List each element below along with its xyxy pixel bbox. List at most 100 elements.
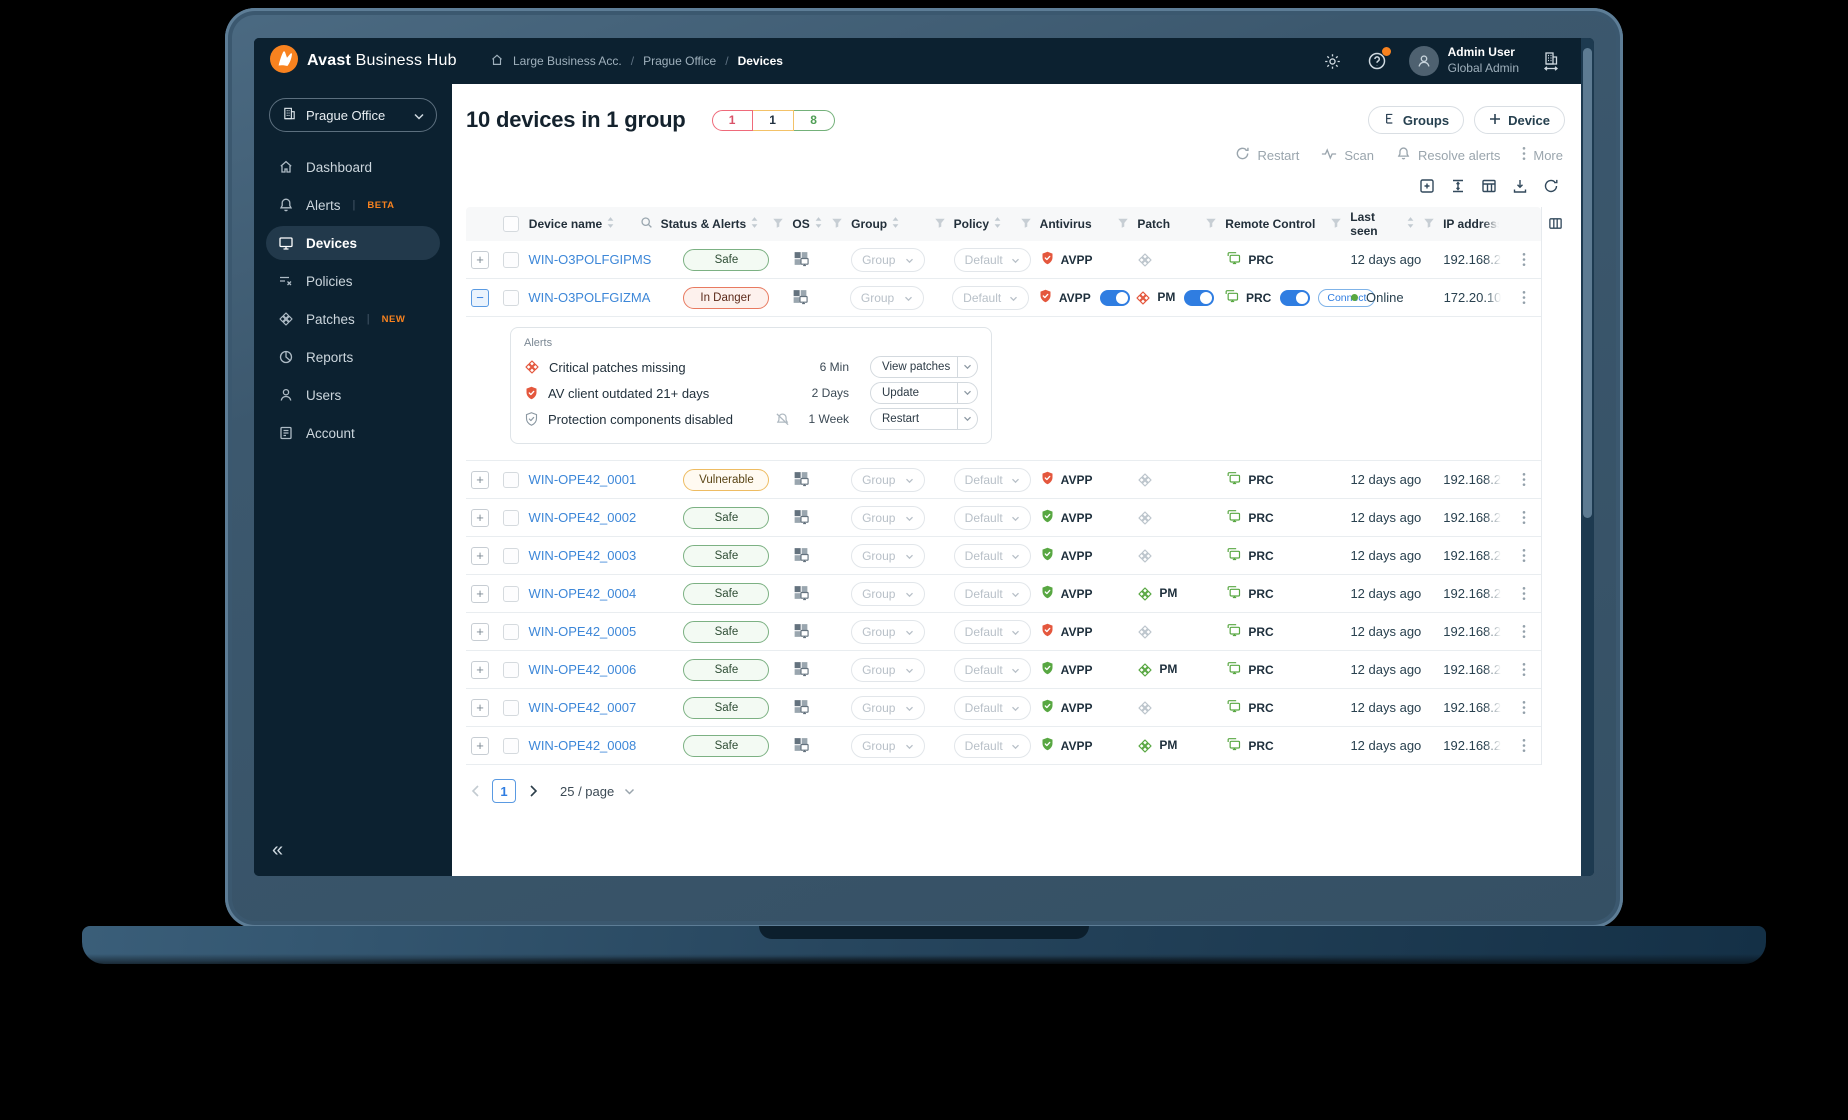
add-device-button[interactable]: Device xyxy=(1474,106,1565,134)
sidebar-item-account[interactable]: Account xyxy=(266,416,440,450)
row-height-icon[interactable] xyxy=(1450,178,1466,199)
device-name-link[interactable]: WIN-OPE42_0003 xyxy=(529,548,637,563)
sidebar-item-alerts[interactable]: Alerts | BETA xyxy=(266,188,440,222)
filter-icon[interactable] xyxy=(772,217,784,232)
page-size-select[interactable]: 25 / page xyxy=(550,780,646,802)
toggle-on[interactable] xyxy=(1280,289,1311,306)
device-name-link[interactable]: WIN-OPE42_0008 xyxy=(529,738,637,753)
row-menu-button[interactable] xyxy=(1508,472,1541,487)
toggle-on[interactable] xyxy=(1099,289,1130,306)
prev-page-button[interactable] xyxy=(466,779,484,803)
sidebar-collapse-button[interactable]: « xyxy=(272,839,283,862)
policy-select[interactable]: Default xyxy=(953,733,1031,758)
chevron-down-icon[interactable] xyxy=(957,409,977,429)
row-menu-button[interactable] xyxy=(1508,624,1541,639)
groups-button[interactable]: Groups xyxy=(1367,106,1465,134)
col-status[interactable]: Status & Alerts xyxy=(661,216,793,232)
device-name-link[interactable]: WIN-OPE42_0002 xyxy=(529,510,637,525)
filter-icon[interactable] xyxy=(831,217,843,232)
row-checkbox[interactable] xyxy=(503,585,520,602)
danger-count-badge[interactable]: 1 xyxy=(711,109,753,131)
warning-count-badge[interactable]: 1 xyxy=(752,109,794,131)
sidebar-item-users[interactable]: Users xyxy=(266,378,440,412)
alert-action-button[interactable]: View patches xyxy=(870,356,978,378)
group-select[interactable]: Group xyxy=(849,285,924,310)
safe-count-badge[interactable]: 8 xyxy=(793,109,835,131)
row-menu-button[interactable] xyxy=(1508,662,1541,677)
sort-icon[interactable] xyxy=(814,216,823,232)
more-action[interactable]: More xyxy=(1522,146,1563,164)
group-select[interactable]: Group xyxy=(851,695,926,720)
row-checkbox[interactable] xyxy=(503,661,520,678)
expand-row-button[interactable]: + xyxy=(471,508,489,527)
group-select[interactable]: Group xyxy=(851,733,926,758)
col-last-seen[interactable]: Last seen xyxy=(1350,210,1443,238)
sort-icon[interactable] xyxy=(750,216,759,232)
filter-icon[interactable] xyxy=(1205,217,1217,232)
collapse-row-button[interactable]: − xyxy=(471,288,489,307)
scan-action[interactable]: Scan xyxy=(1321,148,1374,163)
row-checkbox[interactable] xyxy=(503,251,520,268)
row-menu-button[interactable] xyxy=(1508,510,1541,525)
col-antivirus[interactable]: Antivirus xyxy=(1040,217,1138,232)
device-name-link[interactable]: WIN-OPE42_0005 xyxy=(529,624,637,639)
select-all-checkbox[interactable] xyxy=(503,216,520,232)
policy-select[interactable]: Default xyxy=(953,543,1031,568)
col-group[interactable]: Group xyxy=(851,216,954,232)
alert-action-button[interactable]: Update xyxy=(870,382,978,404)
breadcrumb-root[interactable]: Large Business Acc. xyxy=(513,54,622,68)
sort-icon[interactable] xyxy=(993,216,1002,232)
group-select[interactable]: Group xyxy=(851,619,926,644)
col-ip-address[interactable]: IP address xyxy=(1443,217,1508,231)
row-checkbox[interactable] xyxy=(503,289,520,306)
company-switcher-icon[interactable] xyxy=(1539,49,1563,73)
expand-row-button[interactable]: + xyxy=(471,736,489,755)
sidebar-item-policies[interactable]: Policies xyxy=(266,264,440,298)
breadcrumb-mid[interactable]: Prague Office xyxy=(643,54,716,68)
device-name-link[interactable]: WIN-OPE42_0001 xyxy=(529,472,637,487)
expand-row-button[interactable]: + xyxy=(471,470,489,489)
settings-gear-icon[interactable] xyxy=(1321,49,1345,73)
col-policy[interactable]: Policy xyxy=(954,216,1040,232)
policy-select[interactable]: Default xyxy=(953,505,1031,530)
expand-row-button[interactable]: + xyxy=(471,660,489,679)
row-menu-button[interactable] xyxy=(1508,548,1541,563)
alert-action-button[interactable]: Restart xyxy=(870,408,978,430)
filter-icon[interactable] xyxy=(1020,217,1032,232)
policy-select[interactable]: Default xyxy=(953,581,1031,606)
search-icon[interactable] xyxy=(640,216,653,232)
row-menu-button[interactable] xyxy=(1508,700,1541,715)
next-page-button[interactable] xyxy=(524,779,542,803)
policy-select[interactable]: Default xyxy=(953,467,1031,492)
sidebar-item-devices[interactable]: Devices xyxy=(266,226,440,260)
expand-row-button[interactable]: + xyxy=(471,546,489,565)
group-select[interactable]: Group xyxy=(851,247,926,272)
group-select[interactable]: Group xyxy=(851,543,926,568)
expand-row-button[interactable]: + xyxy=(471,622,489,641)
sort-icon[interactable] xyxy=(606,216,615,232)
device-name-link[interactable]: WIN-OPE42_0007 xyxy=(529,700,637,715)
expand-row-button[interactable]: + xyxy=(471,698,489,717)
group-select[interactable]: Group xyxy=(851,467,926,492)
sidebar-item-reports[interactable]: Reports xyxy=(266,340,440,374)
group-select[interactable]: Group xyxy=(851,505,926,530)
device-name-link[interactable]: WIN-O3POLFGIZMA xyxy=(528,290,650,305)
sort-icon[interactable] xyxy=(1406,216,1415,232)
restart-action[interactable]: Restart xyxy=(1235,146,1299,164)
device-name-link[interactable]: WIN-OPE42_0006 xyxy=(529,662,637,677)
row-checkbox[interactable] xyxy=(503,547,520,564)
row-checkbox[interactable] xyxy=(503,471,520,488)
col-remote-control[interactable]: Remote Control xyxy=(1225,217,1350,232)
row-checkbox[interactable] xyxy=(503,737,520,754)
group-select[interactable]: Group xyxy=(851,657,926,682)
refresh-icon[interactable] xyxy=(1543,178,1559,199)
scrollbar-thumb[interactable] xyxy=(1583,48,1592,518)
download-icon[interactable] xyxy=(1512,178,1528,199)
row-menu-button[interactable] xyxy=(1508,252,1541,267)
filter-icon[interactable] xyxy=(1117,217,1129,232)
resolve-alerts-action[interactable]: Resolve alerts xyxy=(1396,146,1500,164)
device-name-link[interactable]: WIN-O3POLFGIPMS xyxy=(529,252,652,267)
toggle-on[interactable] xyxy=(1184,289,1215,306)
group-select[interactable]: Group xyxy=(851,581,926,606)
sort-icon[interactable] xyxy=(891,216,900,232)
